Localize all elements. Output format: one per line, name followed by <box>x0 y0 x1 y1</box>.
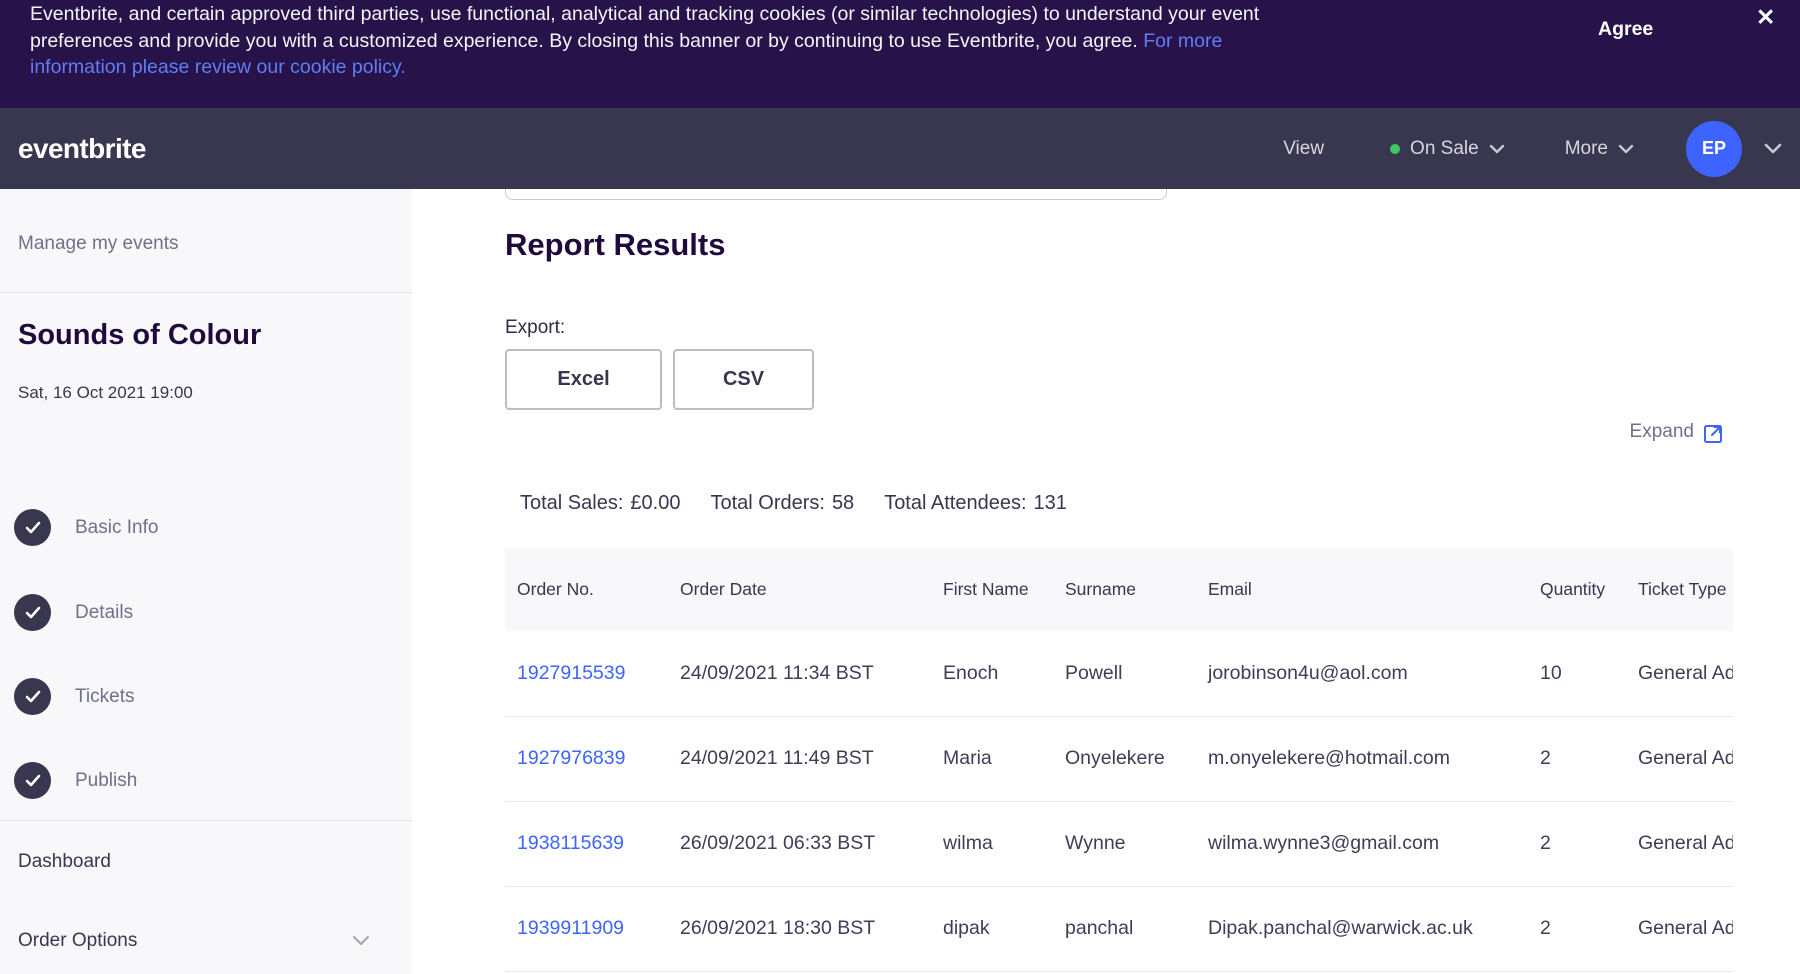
chevron-down-icon[interactable] <box>352 933 370 951</box>
manage-my-events-link[interactable]: Manage my events <box>18 233 179 255</box>
table-row: 1927976839 24/09/2021 11:49 BST Maria On… <box>505 716 1733 801</box>
order-number-link[interactable]: 1938115639 <box>517 832 624 854</box>
ticket-type-cell: General Admission <box>1626 886 1733 971</box>
step-label: Basic Info <box>75 517 158 539</box>
filter-panel-bottom-edge <box>505 189 1167 200</box>
col-surname: Surname <box>1053 548 1196 631</box>
report-main: Report Results Export: Excel CSV Expand … <box>412 189 1800 974</box>
col-quantity: Quantity <box>1528 548 1626 631</box>
order-date-cell: 24/09/2021 11:34 BST <box>668 631 931 716</box>
header-nav: View On Sale More EP <box>1283 121 1782 177</box>
sidebar-item-order-options[interactable]: Order Options <box>18 930 137 952</box>
surname-cell: Onyelekere <box>1053 716 1196 801</box>
page-title: Report Results <box>505 227 725 263</box>
email-cell: Dipak.panchal@warwick.ac.uk <box>1196 886 1528 971</box>
expand-icon <box>1701 419 1727 445</box>
order-date-cell: 24/09/2021 11:49 BST <box>668 716 931 801</box>
app-header: eventbrite View On Sale More EP <box>0 108 1800 189</box>
surname-cell: panchal <box>1053 886 1196 971</box>
sidebar-item-details[interactable]: Details <box>14 594 133 631</box>
close-icon[interactable]: ✕ <box>1756 2 1775 32</box>
first-name-cell: Enoch <box>931 631 1053 716</box>
sidebar-item-tickets[interactable]: Tickets <box>14 678 134 715</box>
more-label: More <box>1565 138 1608 160</box>
order-number-link[interactable]: 1939911909 <box>517 917 624 939</box>
event-date: Sat, 16 Oct 2021 19:00 <box>18 383 193 403</box>
email-cell: jorobinson4u@aol.com <box>1196 631 1528 716</box>
chevron-down-icon <box>1489 144 1505 154</box>
check-icon <box>14 762 51 799</box>
on-sale-label: On Sale <box>1410 138 1479 160</box>
sidebar-item-publish[interactable]: Publish <box>14 762 137 799</box>
check-icon <box>14 594 51 631</box>
first-name-cell: wilma <box>931 801 1053 886</box>
first-name-cell: dipak <box>931 886 1053 971</box>
export-csv-button[interactable]: CSV <box>673 349 814 410</box>
on-sale-dropdown[interactable]: On Sale <box>1390 138 1505 160</box>
quantity-cell: 2 <box>1528 716 1626 801</box>
col-order-no: Order No. <box>505 548 668 631</box>
ticket-type-cell: General Admission <box>1626 801 1733 886</box>
cookie-text-line2: preferences and provide you with a custo… <box>30 30 1138 52</box>
email-cell: wilma.wynne3@gmail.com <box>1196 801 1528 886</box>
event-title: Sounds of Colour <box>18 319 261 352</box>
report-table: Order No. Order Date First Name Surname … <box>505 548 1733 972</box>
col-email: Email <box>1196 548 1528 631</box>
sidebar-item-dashboard[interactable]: Dashboard <box>18 851 111 873</box>
export-buttons: Excel CSV <box>505 349 814 410</box>
surname-cell: Powell <box>1053 631 1196 716</box>
quantity-cell: 10 <box>1528 631 1626 716</box>
email-cell: m.onyelekere@hotmail.com <box>1196 716 1528 801</box>
step-label: Details <box>75 602 133 624</box>
ticket-type-cell: General Admission <box>1626 716 1733 801</box>
quantity-cell: 2 <box>1528 801 1626 886</box>
step-label: Publish <box>75 770 137 792</box>
table-row: 1938115639 26/09/2021 06:33 BST wilma Wy… <box>505 801 1733 886</box>
total-orders: Total Orders:58 <box>710 492 854 515</box>
col-order-date: Order Date <box>668 548 931 631</box>
quantity-cell: 2 <box>1528 886 1626 971</box>
event-sidebar: Manage my events Sounds of Colour Sat, 1… <box>0 189 412 974</box>
col-ticket-type: Ticket Type <box>1626 548 1733 631</box>
first-name-cell: Maria <box>931 716 1053 801</box>
total-attendees: Total Attendees:131 <box>884 492 1067 515</box>
sidebar-item-basic-info[interactable]: Basic Info <box>14 509 158 546</box>
report-totals: Total Sales:£0.00 Total Orders:58 Total … <box>520 492 1067 515</box>
eventbrite-logo[interactable]: eventbrite <box>18 133 146 165</box>
col-first-name: First Name <box>931 548 1053 631</box>
order-date-cell: 26/09/2021 06:33 BST <box>668 801 931 886</box>
export-label: Export: <box>505 317 565 339</box>
step-label: Tickets <box>75 686 134 708</box>
on-sale-status-dot <box>1390 144 1400 154</box>
table-row: 1939911909 26/09/2021 18:30 BST dipak pa… <box>505 886 1733 971</box>
order-number-link[interactable]: 1927976839 <box>517 747 625 769</box>
total-sales: Total Sales:£0.00 <box>520 492 680 515</box>
ticket-type-cell: General Admission <box>1626 631 1733 716</box>
order-number-link[interactable]: 1927915539 <box>517 662 625 684</box>
table-header-row: Order No. Order Date First Name Surname … <box>505 548 1733 631</box>
view-link[interactable]: View <box>1283 138 1324 160</box>
check-icon <box>14 678 51 715</box>
surname-cell: Wynne <box>1053 801 1196 886</box>
expand-link[interactable]: Expand <box>1630 419 1727 445</box>
report-table-container: Order No. Order Date First Name Surname … <box>505 548 1733 974</box>
order-date-cell: 26/09/2021 18:30 BST <box>668 886 931 971</box>
cookie-banner-text: Eventbrite, and certain approved third p… <box>30 1 1370 81</box>
table-row: 1927915539 24/09/2021 11:34 BST Enoch Po… <box>505 631 1733 716</box>
more-dropdown[interactable]: More <box>1565 138 1634 160</box>
cookie-text-line1: Eventbrite, and certain approved third p… <box>30 3 1259 25</box>
export-excel-button[interactable]: Excel <box>505 349 662 410</box>
expand-label: Expand <box>1630 421 1694 443</box>
user-avatar[interactable]: EP <box>1686 121 1742 177</box>
cookie-banner: Eventbrite, and certain approved third p… <box>0 0 1800 108</box>
check-icon <box>14 509 51 546</box>
account-chevron-down-icon[interactable] <box>1764 143 1782 154</box>
chevron-down-icon <box>1618 144 1634 154</box>
sidebar-divider <box>0 820 412 821</box>
sidebar-divider <box>0 292 412 293</box>
agree-button[interactable]: Agree <box>1598 18 1653 41</box>
